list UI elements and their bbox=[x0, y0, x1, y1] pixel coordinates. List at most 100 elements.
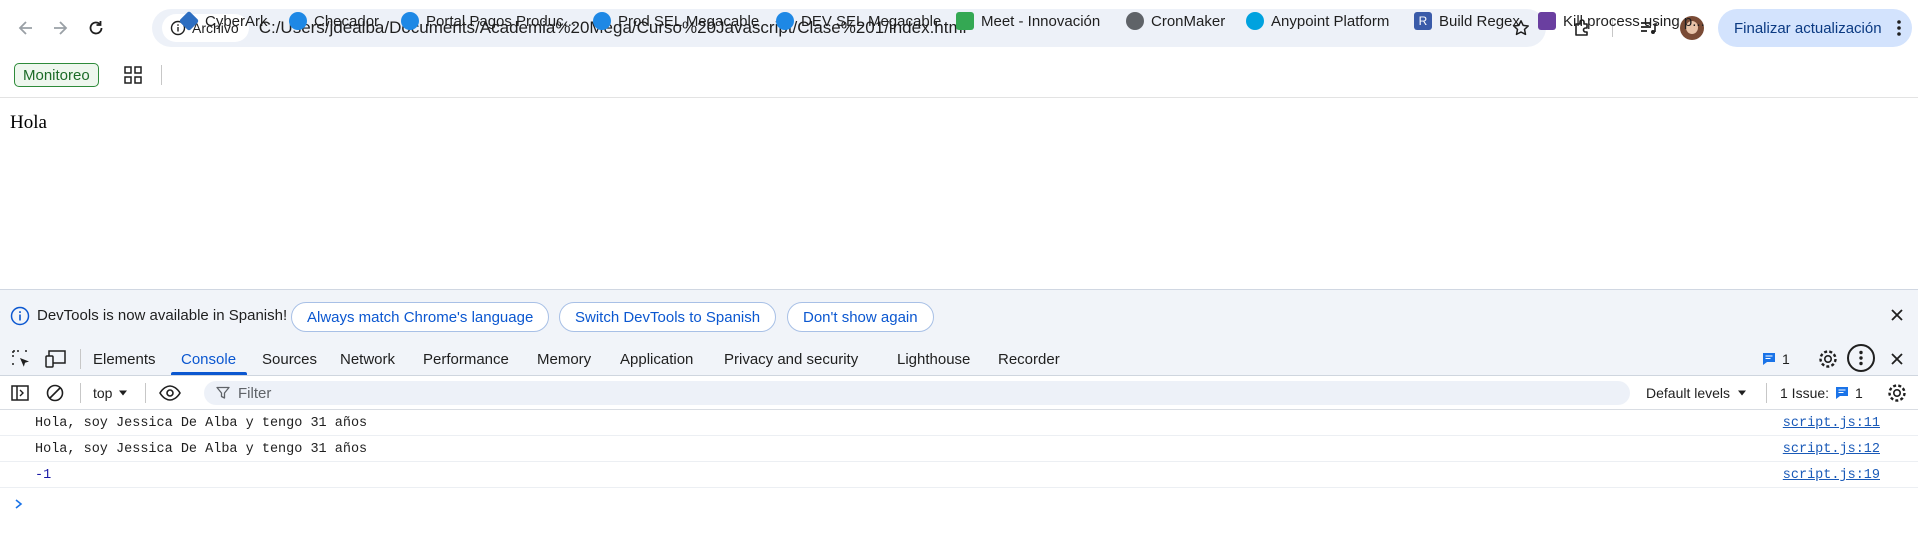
tab-group-monitoreo[interactable]: Monitoreo bbox=[14, 63, 99, 87]
bookmark-portal-pagos[interactable]: Portal Pagos Produc... bbox=[401, 10, 576, 32]
filter-icon bbox=[216, 386, 230, 399]
context-selector[interactable]: top bbox=[93, 385, 128, 401]
tab-memory[interactable]: Memory bbox=[537, 351, 591, 368]
messages-counter[interactable]: 1 bbox=[1762, 351, 1790, 367]
forward-button[interactable] bbox=[46, 14, 74, 42]
bookmark-kill-process[interactable]: Kill process using p... bbox=[1538, 10, 1705, 32]
apps-grid-icon bbox=[124, 66, 142, 84]
close-infobar-button[interactable] bbox=[1890, 308, 1904, 325]
inspect-cursor-icon bbox=[12, 350, 29, 367]
live-expression-button[interactable] bbox=[158, 384, 182, 405]
gear-icon bbox=[1888, 384, 1906, 402]
chevron-right-icon bbox=[15, 499, 23, 509]
console-message-text: Hola, soy Jessica De Alba y tengo 31 año… bbox=[35, 442, 368, 457]
eye-icon bbox=[159, 385, 181, 401]
devtools-settings-button[interactable] bbox=[1817, 348, 1839, 373]
bookmark-label: Meet - Innovación bbox=[981, 12, 1101, 30]
page-body-text: Hola bbox=[10, 112, 47, 133]
reload-button[interactable] bbox=[82, 14, 110, 42]
kebab-menu-icon bbox=[1859, 350, 1863, 366]
tab-elements[interactable]: Elements bbox=[93, 351, 156, 368]
bookmark-label: Build Regex bbox=[1439, 12, 1520, 30]
tab-privacy-security[interactable]: Privacy and security bbox=[724, 351, 858, 368]
bookmark-cyberark[interactable]: CyberArk bbox=[178, 10, 268, 32]
context-label: top bbox=[93, 385, 113, 401]
console-filter-input[interactable]: Filter bbox=[204, 381, 1630, 405]
regex-r-icon: R bbox=[1414, 12, 1432, 30]
block-icon bbox=[46, 384, 64, 402]
inspect-element-button[interactable] bbox=[11, 349, 31, 372]
bookmarks-separator bbox=[161, 65, 162, 85]
cyberark-icon bbox=[178, 10, 200, 32]
console-message: Hola, soy Jessica De Alba y tengo 31 año… bbox=[0, 436, 1918, 462]
console-separator bbox=[80, 383, 81, 403]
tabbar-separator bbox=[80, 349, 81, 369]
device-toolbar-button[interactable] bbox=[45, 349, 67, 372]
dont-show-again-button[interactable]: Don't show again bbox=[787, 302, 934, 332]
console-separator bbox=[145, 383, 146, 403]
update-button[interactable]: Finalizar actualización bbox=[1718, 9, 1912, 47]
bookmark-prod-sel[interactable]: Prod SEL Megacable bbox=[593, 10, 759, 32]
console-settings-button[interactable] bbox=[1886, 382, 1908, 407]
bookmark-label: Anypoint Platform bbox=[1271, 12, 1390, 30]
device-icon bbox=[45, 350, 66, 368]
infobar-message: DevTools is now available in Spanish! bbox=[37, 307, 288, 324]
issues-label: 1 Issue: bbox=[1780, 385, 1830, 401]
reload-icon bbox=[89, 21, 103, 35]
megacable-icon bbox=[289, 12, 307, 30]
close-icon bbox=[1891, 309, 1903, 321]
bookmark-meet[interactable]: Meet - Innovación bbox=[956, 10, 1100, 32]
message-icon bbox=[1836, 387, 1849, 399]
clear-console-button[interactable] bbox=[45, 383, 65, 406]
close-icon bbox=[1891, 353, 1903, 365]
bookmark-dev-sel[interactable]: DEV SEL Megacable bbox=[776, 10, 941, 32]
console-source-link[interactable]: script.js:11 bbox=[1783, 416, 1880, 431]
bookmark-build-regex[interactable]: R Build Regex bbox=[1414, 10, 1520, 32]
bookmark-label: DEV SEL Megacable bbox=[801, 12, 942, 30]
issues-counter[interactable]: 1 Issue: 1 bbox=[1780, 385, 1863, 401]
tab-lighthouse[interactable]: Lighthouse bbox=[897, 351, 970, 368]
bookmark-anypoint[interactable]: Anypoint Platform bbox=[1246, 10, 1389, 32]
bookmark-label: Checador bbox=[314, 12, 380, 30]
devtools-more-button[interactable] bbox=[1847, 344, 1875, 372]
tab-application[interactable]: Application bbox=[620, 351, 693, 368]
back-button[interactable] bbox=[12, 14, 40, 42]
messages-count: 1 bbox=[1782, 351, 1790, 367]
console-prompt[interactable] bbox=[14, 497, 24, 515]
toggle-sidebar-button[interactable] bbox=[10, 383, 30, 406]
bookmark-label: Prod SEL Megacable bbox=[618, 12, 760, 30]
console-message-text: -1 bbox=[35, 468, 52, 483]
active-tab-indicator bbox=[171, 372, 247, 375]
console-message: -1 script.js:19 bbox=[0, 462, 1918, 488]
update-button-label: Finalizar actualización bbox=[1734, 19, 1882, 37]
console-message-text: Hola, soy Jessica De Alba y tengo 31 año… bbox=[35, 416, 368, 431]
tab-console[interactable]: Console bbox=[181, 351, 236, 368]
console-source-link[interactable]: script.js:12 bbox=[1783, 442, 1880, 457]
tab-performance[interactable]: Performance bbox=[423, 351, 509, 368]
match-language-button[interactable]: Always match Chrome's language bbox=[291, 302, 550, 332]
log-levels-dropdown[interactable]: Default levels bbox=[1646, 385, 1747, 401]
kebab-menu-icon bbox=[1896, 19, 1902, 41]
filter-placeholder: Filter bbox=[238, 384, 272, 402]
issues-count: 1 bbox=[1855, 385, 1863, 401]
dropdown-arrow-icon bbox=[1738, 390, 1747, 396]
megacable-icon bbox=[401, 12, 419, 30]
tab-recorder[interactable]: Recorder bbox=[998, 351, 1060, 368]
close-devtools-button[interactable] bbox=[1890, 352, 1904, 369]
bookmarks-bar bbox=[0, 56, 1918, 98]
gear-icon bbox=[1819, 350, 1837, 368]
console-toolbar: top Filter Default levels 1 Issue: 1 bbox=[0, 376, 1918, 410]
tab-sources[interactable]: Sources bbox=[262, 351, 317, 368]
devtools-tab-bar: Elements Console Sources Network Perform… bbox=[0, 341, 1918, 376]
bookmark-cronmaker[interactable]: CronMaker bbox=[1126, 10, 1225, 32]
globe-icon bbox=[1126, 12, 1144, 30]
console-source-link[interactable]: script.js:19 bbox=[1783, 468, 1880, 483]
switch-to-spanish-button[interactable]: Switch DevTools to Spanish bbox=[559, 302, 777, 332]
bookmark-checador[interactable]: Checador bbox=[289, 10, 379, 32]
apps-button[interactable] bbox=[123, 65, 143, 88]
megacable-icon bbox=[776, 12, 794, 30]
bookmark-label: Portal Pagos Produc... bbox=[426, 12, 577, 30]
forward-arrow-icon bbox=[54, 21, 68, 35]
tab-network[interactable]: Network bbox=[340, 351, 395, 368]
mulesoft-icon bbox=[1246, 12, 1264, 30]
